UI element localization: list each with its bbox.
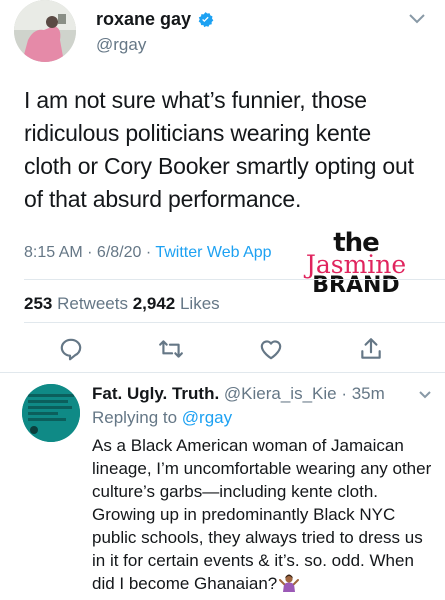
likes-count: 2,942: [132, 294, 176, 313]
retweet-icon[interactable]: [158, 336, 184, 362]
tweet-timestamp[interactable]: 8:15 AM · 6/8/20 ·: [24, 244, 155, 261]
replying-to-prefix: Replying to: [92, 408, 182, 427]
retweets-count: 253: [24, 294, 53, 313]
reply-author-handle-time[interactable]: @Kiera_is_Kie · 35m: [219, 384, 385, 403]
author-name[interactable]: roxane gay: [96, 9, 191, 30]
verified-badge-icon: [198, 12, 214, 28]
retweets-label: Retweets: [52, 294, 133, 313]
chevron-down-icon[interactable]: [407, 12, 427, 26]
likes-stat[interactable]: 2,942 Likes: [133, 294, 220, 313]
reply-icon[interactable]: [58, 336, 84, 362]
tweet-actions: [0, 336, 445, 364]
chevron-down-icon[interactable]: [418, 390, 432, 400]
reply-header: Fat. Ugly. Truth. @Kiera_is_Kie · 35m: [92, 384, 385, 404]
author-avatar[interactable]: [14, 0, 76, 62]
reply-author-avatar[interactable]: [22, 384, 80, 442]
divider: [24, 279, 445, 280]
divider: [0, 372, 445, 373]
author-name-row[interactable]: roxane gay: [96, 9, 214, 30]
tweet-text: I am not sure what’s funnier, those ridi…: [24, 87, 414, 212]
share-icon[interactable]: [358, 336, 384, 362]
likes-label: Likes: [175, 294, 220, 313]
tweet-meta: 8:15 AM · 6/8/20 · Twitter Web App: [24, 244, 272, 262]
tweet-source-link[interactable]: Twitter Web App: [155, 244, 271, 261]
tweet-stats: 253 Retweets 2,942 Likes: [24, 294, 220, 314]
retweets-stat[interactable]: 253 Retweets: [24, 294, 133, 313]
replying-to-link[interactable]: @rgay: [182, 408, 232, 427]
divider: [24, 322, 445, 323]
author-handle[interactable]: @rgay: [96, 35, 146, 55]
replying-to: Replying to @rgay: [92, 408, 232, 428]
watermark-logo: the Jasmine BRAND: [300, 230, 412, 297]
like-icon[interactable]: [258, 336, 284, 362]
reply-text: As a Black American woman of Jamaican li…: [92, 434, 432, 595]
woman-shrugging-emoji-icon: [279, 574, 300, 592]
reply-author-name[interactable]: Fat. Ugly. Truth.: [92, 384, 219, 403]
reply-body: As a Black American woman of Jamaican li…: [92, 436, 432, 593]
